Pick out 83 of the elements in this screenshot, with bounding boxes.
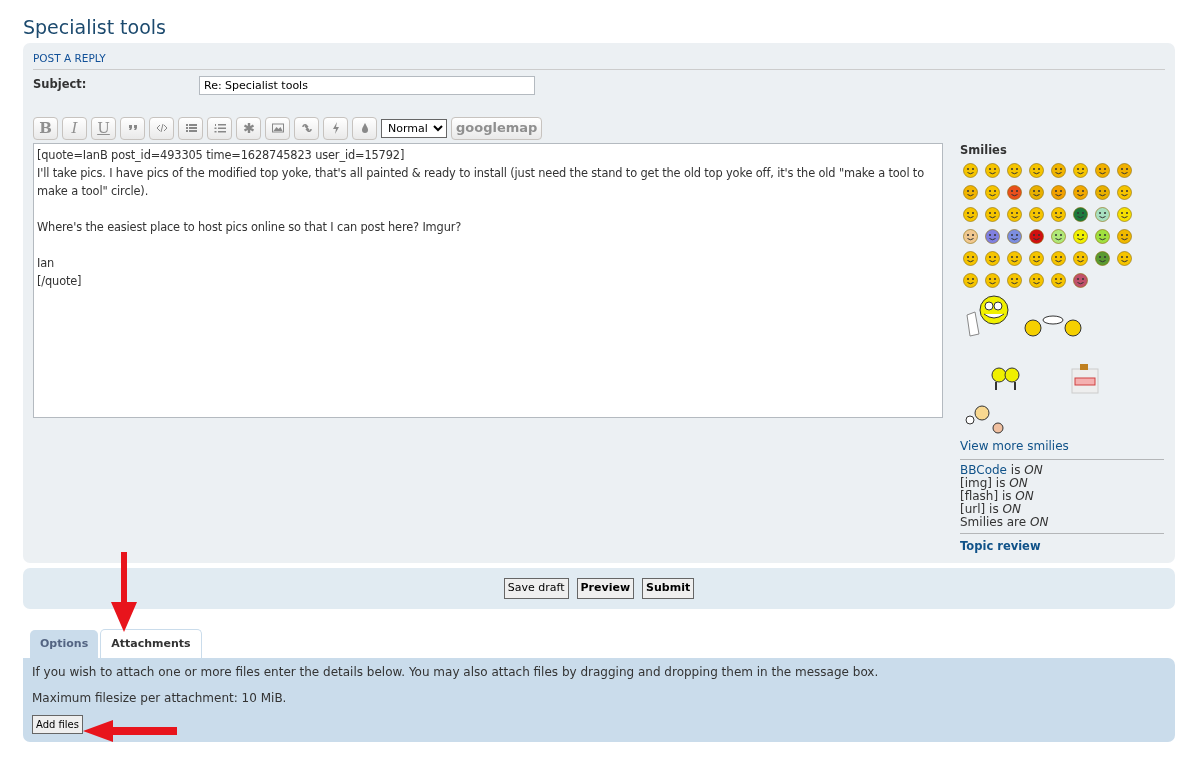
panel-heading: POST A REPLY [33, 50, 1165, 70]
smiley-icon[interactable] [1073, 184, 1088, 200]
smiley-icon[interactable] [1117, 228, 1132, 244]
smiley-icon[interactable] [963, 206, 978, 222]
banned-sign-drawing[interactable] [1070, 362, 1100, 395]
smiley-icon[interactable] [1117, 206, 1132, 222]
smiley-icon[interactable] [963, 228, 978, 244]
asterisk-icon [241, 121, 256, 136]
intro-text: If you wish to attach one or more files enter the details below. You may also attach files by dragging and dropping them in the message box. [32, 664, 880, 682]
topic-review-link[interactable]: Topic review [960, 537, 1164, 556]
smiley-icon[interactable] [963, 184, 978, 200]
status-line: [url] is ON [960, 502, 1022, 516]
page-title: Specialist tools [23, 16, 167, 39]
smiley-icon[interactable] [1029, 184, 1044, 200]
smiley-icon[interactable] [1051, 250, 1066, 266]
smiley-drawing[interactable] [990, 365, 1022, 392]
smiley-drawing[interactable] [1023, 314, 1083, 337]
smilies-heading: Smilies [960, 141, 1008, 159]
smiley-icon[interactable] [1029, 206, 1044, 222]
smiley-icon[interactable] [1007, 162, 1022, 178]
status-line: Smilies are ON [960, 515, 1050, 529]
image-icon [270, 121, 285, 136]
font-size-select[interactable]: Normal [381, 118, 447, 138]
format-button[interactable] [294, 116, 319, 140]
smiley-icon[interactable] [963, 162, 978, 178]
smiley-icon[interactable] [1073, 228, 1088, 244]
smiley-icon[interactable] [1117, 250, 1132, 266]
format-button[interactable] [207, 116, 232, 140]
format-button[interactable] [178, 116, 203, 140]
smiley-icon[interactable] [1073, 272, 1088, 288]
smiley-icon[interactable] [985, 228, 1000, 244]
smiley-icon[interactable] [1029, 250, 1044, 266]
smiley-icon[interactable] [1051, 162, 1066, 178]
field-label: Subject: [33, 75, 88, 93]
add-files-button[interactable]: Add files [32, 715, 83, 735]
smiley-icon[interactable] [1029, 228, 1044, 244]
smiley-icon[interactable] [1051, 184, 1066, 200]
smiley-icon[interactable] [985, 206, 1000, 222]
format-button[interactable] [265, 116, 290, 140]
format-button[interactable] [236, 116, 261, 140]
smiley-icon[interactable] [1073, 250, 1088, 266]
smiley-icon[interactable] [1117, 184, 1132, 200]
smiley-icon[interactable] [1095, 162, 1110, 178]
status-line: [flash] is ON [960, 489, 1035, 503]
bbcode-link[interactable]: BBCode [960, 462, 1007, 477]
status-text: is ON [1009, 462, 1043, 477]
smiley-icon[interactable] [1007, 228, 1022, 244]
smiley-icon[interactable] [963, 272, 978, 288]
smiley-icon[interactable] [985, 272, 1000, 288]
smiley-icon[interactable] [1051, 206, 1066, 222]
format-button[interactable] [149, 116, 174, 140]
smiley-icon[interactable] [1007, 184, 1022, 200]
smiley-icon[interactable] [1095, 206, 1110, 222]
smiley-icon[interactable] [1073, 206, 1088, 222]
smiley-icon[interactable] [1029, 162, 1044, 178]
view-more-smilies-link[interactable]: View more smilies [960, 436, 1164, 455]
primary-button[interactable]: Submit [642, 578, 695, 599]
primary-button[interactable]: Preview [576, 578, 635, 599]
smiley-icon[interactable] [1007, 206, 1022, 222]
message-field[interactable]: [quote=IanB post_id=493305 time=1628745823 user_id=15792] I'll take pics. I have pics of the modified top yoke, that's all painted & ready to install (just need the stand to get the old top yoke off, it's the old "make a tool to make a tool" circle). Where's the easiest place to host pics online so that I can post here? Imgur? Ian [/quote] [33, 142, 943, 418]
smiley-icon[interactable] [1095, 184, 1110, 200]
status-line: [img] is ON [960, 476, 1029, 490]
format-button[interactable] [120, 116, 145, 140]
smiley-icon[interactable] [985, 162, 1000, 178]
format-button[interactable] [352, 116, 377, 140]
smiley-icon[interactable] [1051, 272, 1066, 288]
smiley-icon[interactable] [1051, 228, 1066, 244]
smiley-icon[interactable] [1007, 272, 1022, 288]
smiley-icon[interactable] [963, 250, 978, 266]
smiley-icon[interactable] [1007, 250, 1022, 266]
tab[interactable]: Options [30, 629, 99, 659]
subject-field[interactable]: Re: Specialist tools [199, 75, 535, 95]
smiley-icon[interactable] [1095, 250, 1110, 266]
numbered-list-icon [212, 121, 227, 136]
tab[interactable]: Attachments [100, 628, 202, 659]
secondary-button[interactable]: Save draft [503, 578, 569, 599]
smiley-icon[interactable] [985, 250, 1000, 266]
smiley-icon[interactable] [1029, 272, 1044, 288]
smiley-icon[interactable] [1117, 162, 1132, 178]
smiley-icon[interactable] [1073, 162, 1088, 178]
size-limit-text: Maximum filesize per attachment: 10 MiB. [32, 690, 288, 708]
smiley-icon[interactable] [985, 184, 1000, 200]
smiley-icon[interactable] [1095, 228, 1110, 244]
